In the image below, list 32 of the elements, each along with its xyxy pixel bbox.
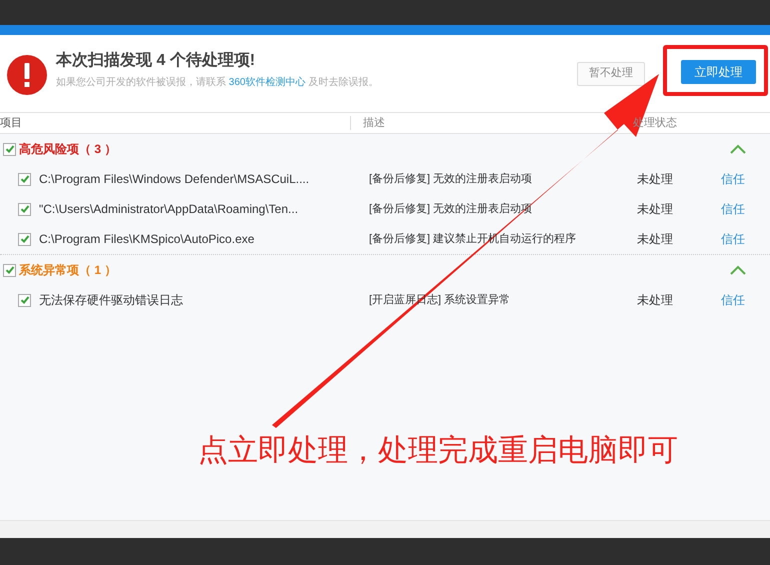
item-description: [备份后修复] 无效的注册表启动项 <box>369 172 532 187</box>
item-path: 无法保存硬件驱动错误日志 <box>39 292 184 309</box>
trust-link[interactable]: 信任 <box>721 230 745 248</box>
subtitle-text: 如果您公司开发的软件被误报，请联系 360软件检测中心 及时去除误报。 <box>56 78 378 88</box>
group-title: 系统异常项（ 1 ） <box>19 262 116 279</box>
checkbox[interactable] <box>3 264 16 276</box>
checkbox[interactable] <box>18 294 31 306</box>
annotation-caption: 点立即处理，处理完成重启电脑即可 <box>198 436 678 466</box>
status-text: 未处理 <box>637 201 674 218</box>
status-text: 未处理 <box>637 231 674 248</box>
checkbox[interactable] <box>18 232 31 246</box>
checkbox[interactable] <box>18 172 31 186</box>
item-path: C:\Program Files\Windows Defender\MSASCuiL.... <box>39 171 310 188</box>
checkbox[interactable] <box>18 202 31 216</box>
collapse-chevron-icon[interactable] <box>730 144 746 154</box>
collapse-chevron-icon[interactable] <box>730 265 746 275</box>
column-header: 描述 <box>362 116 386 131</box>
group-title: 高危风险项（ 3 ） <box>19 141 116 158</box>
warning-icon <box>7 55 47 95</box>
detection-center-link[interactable]: 360软件检测中心 <box>228 77 306 88</box>
item-path: "C:\Users\Administrator\AppData\Roaming\Ten... <box>39 201 300 218</box>
status-text: 未处理 <box>637 292 674 309</box>
process-now-button[interactable]: 立即处理 <box>681 60 756 84</box>
skip-button[interactable]: 暂不处理 <box>577 62 645 86</box>
item-path: C:\Program Files\KMSpico\AutoPico.exe <box>39 231 256 248</box>
checkbox[interactable] <box>3 142 16 156</box>
trust-link[interactable]: 信任 <box>721 291 745 309</box>
scan-title: 本次扫描发现 4 个待处理项! <box>56 53 256 69</box>
trust-link[interactable]: 信任 <box>721 200 745 218</box>
status-text: 未处理 <box>637 171 674 188</box>
trust-link[interactable]: 信任 <box>721 170 745 188</box>
column-header: 项目 <box>0 116 23 131</box>
